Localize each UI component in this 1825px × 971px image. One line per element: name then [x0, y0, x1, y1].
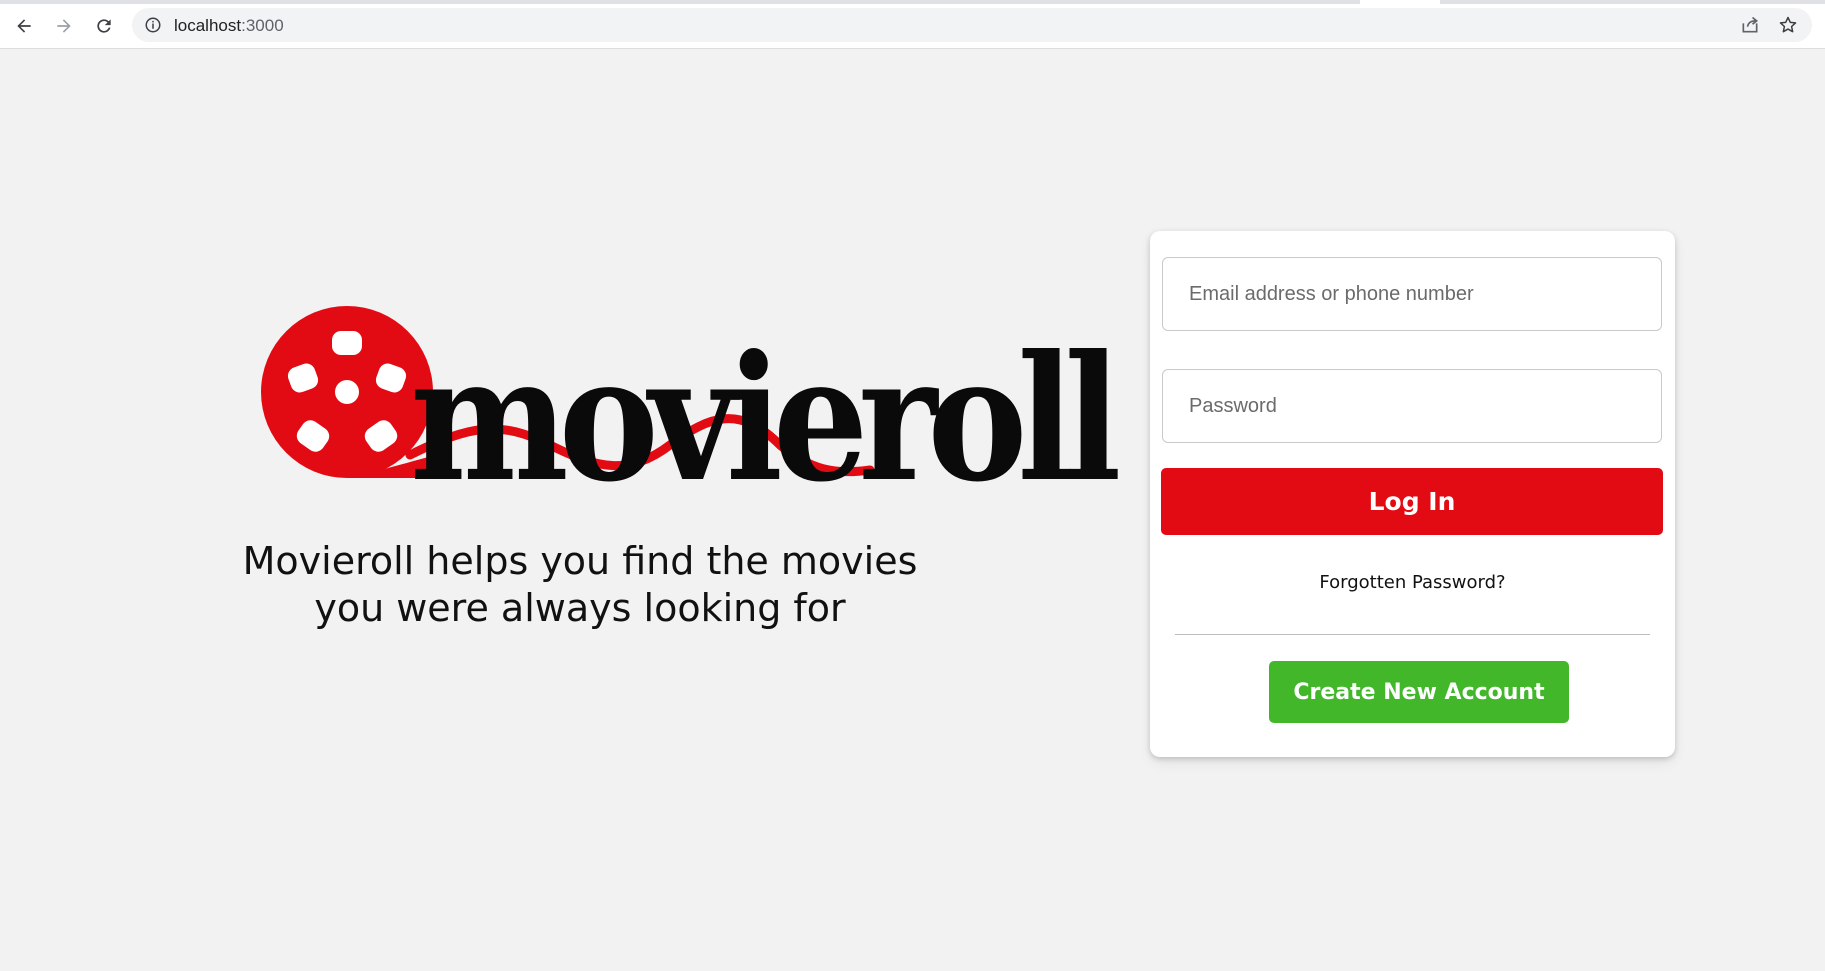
reload-button[interactable]	[90, 12, 118, 40]
tab-strip	[0, 0, 1825, 4]
url-port: :3000	[241, 16, 284, 35]
info-icon[interactable]	[144, 16, 162, 34]
arrow-left-icon	[17, 19, 31, 33]
email-field[interactable]	[1162, 257, 1662, 331]
back-button[interactable]	[10, 12, 38, 40]
brand-section: movieroll Movieroll helps you find the m…	[240, 305, 1121, 665]
bookmark-star-icon[interactable]	[1778, 15, 1798, 35]
arrow-right-icon	[57, 19, 71, 33]
create-account-button[interactable]: Create New Account	[1269, 661, 1569, 723]
divider	[1175, 634, 1650, 635]
logo-wordmark: movieroll	[410, 318, 1121, 521]
address-bar[interactable]: localhost:3000	[132, 8, 1812, 42]
url-host: localhost	[174, 16, 242, 35]
login-button[interactable]: Log In	[1161, 468, 1663, 535]
movieroll-logo: movieroll	[260, 305, 1121, 506]
tagline-line-2: you were always looking for	[314, 586, 846, 630]
login-card: Log In Forgotten Password? Create New Ac…	[1150, 231, 1675, 757]
forward-button[interactable]	[50, 12, 78, 40]
url-text[interactable]: localhost:3000	[174, 16, 284, 36]
browser-toolbar: localhost:3000	[0, 0, 1825, 49]
reload-icon	[97, 19, 111, 33]
password-field[interactable]	[1162, 369, 1662, 443]
tagline-line-1: Movieroll helps you find the movies	[242, 539, 918, 583]
forgot-password-link[interactable]: Forgotten Password?	[1150, 572, 1675, 593]
active-tab[interactable]	[1360, 0, 1440, 4]
tagline: Movieroll helps you find the movies you …	[240, 538, 920, 632]
share-icon[interactable]	[1740, 15, 1760, 35]
